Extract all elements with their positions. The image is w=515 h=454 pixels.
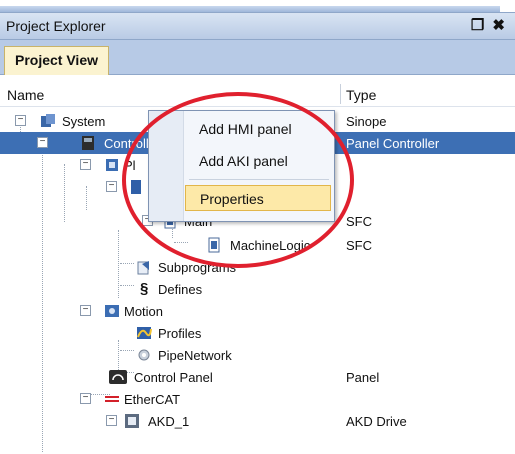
panel-titlebar: Project Explorer ❐ ✖ bbox=[0, 12, 515, 40]
motion-icon bbox=[105, 305, 119, 317]
tree-item-type: Panel bbox=[346, 370, 380, 385]
tree-item-type: Panel Controller bbox=[346, 136, 440, 151]
tree-item-akd-1[interactable]: − AKD_1 AKD Drive bbox=[0, 410, 515, 432]
tree-item-motion[interactable]: − Motion bbox=[0, 300, 515, 322]
collapse-toggle[interactable]: − bbox=[80, 305, 91, 316]
collapse-toggle[interactable]: − bbox=[80, 393, 91, 404]
tree-item-pipenetwork[interactable]: PipeNetwork bbox=[0, 344, 515, 366]
tree-item-ethercat[interactable]: − EtherCAT bbox=[0, 388, 515, 410]
tree-item-label: Control Panel bbox=[134, 370, 213, 385]
system-icon bbox=[41, 114, 55, 127]
column-header: Name Type bbox=[0, 82, 515, 107]
tree-item-type: SFC bbox=[346, 238, 372, 253]
menu-item-add-hmi-panel[interactable]: Add HMI panel bbox=[185, 116, 331, 142]
column-divider[interactable] bbox=[340, 84, 341, 104]
tree-item-label: Defines bbox=[158, 282, 203, 297]
tree-item-defines[interactable]: § Defines bbox=[0, 278, 515, 300]
pipenetwork-icon bbox=[138, 349, 150, 361]
tree-item-label: Subprograms bbox=[158, 260, 237, 275]
tree-item-label: Motion bbox=[124, 304, 164, 319]
tree-item-label: PipeNetwork bbox=[158, 348, 232, 363]
tab-project-view[interactable]: Project View bbox=[4, 46, 110, 75]
control-panel-icon bbox=[109, 370, 127, 384]
context-menu: Add HMI panel Add AKI panel Properties bbox=[148, 110, 335, 222]
menu-item-add-aki-panel[interactable]: Add AKI panel bbox=[185, 148, 331, 174]
tree-item-type: AKD Drive bbox=[346, 414, 407, 429]
tree-item-label: EtherCAT bbox=[124, 392, 181, 407]
collapse-toggle[interactable]: − bbox=[15, 115, 26, 126]
collapse-toggle[interactable]: − bbox=[106, 415, 117, 426]
collapse-toggle[interactable]: − bbox=[37, 137, 48, 148]
collapse-toggle[interactable]: − bbox=[80, 159, 91, 170]
tree-item-label: Pl bbox=[124, 158, 136, 173]
menu-separator bbox=[189, 179, 329, 180]
tree-item-label: Profiles bbox=[158, 326, 202, 341]
tree-item-profiles[interactable]: Profiles bbox=[0, 322, 515, 344]
tree-item-subprograms[interactable]: Subprograms bbox=[0, 256, 515, 278]
window-controls[interactable]: ❐ ✖ bbox=[471, 16, 507, 34]
menu-item-properties[interactable]: Properties bbox=[185, 185, 331, 211]
panel-title: Project Explorer bbox=[6, 18, 106, 34]
drive-icon bbox=[125, 414, 139, 428]
collapse-toggle[interactable]: − bbox=[106, 181, 117, 192]
tree-item-label: MachineLogic bbox=[230, 238, 311, 253]
tree-item-type: Sinope bbox=[346, 114, 387, 129]
profiles-icon bbox=[137, 327, 152, 339]
controller-icon bbox=[82, 136, 94, 150]
ethercat-icon bbox=[105, 396, 119, 402]
top-strip bbox=[0, 0, 515, 12]
tree-item-machinelogic[interactable]: MachineLogic SFC bbox=[0, 234, 515, 256]
program-icon bbox=[131, 180, 141, 194]
sfc-program-icon bbox=[208, 237, 220, 253]
tree-item-control-panel[interactable]: Control Panel Panel bbox=[0, 366, 515, 388]
subprograms-icon bbox=[137, 261, 149, 275]
tab-bar: Project View bbox=[0, 40, 515, 75]
menu-icon-gutter bbox=[149, 111, 184, 221]
tree-item-type: SFC bbox=[346, 214, 372, 229]
column-name-header[interactable]: Name bbox=[7, 87, 44, 103]
tree-item-label: AKD_1 bbox=[148, 414, 190, 429]
column-type-header[interactable]: Type bbox=[346, 87, 376, 103]
plc-icon bbox=[106, 159, 118, 171]
defines-icon: § bbox=[140, 280, 149, 297]
tree-item-label: System bbox=[62, 114, 106, 129]
